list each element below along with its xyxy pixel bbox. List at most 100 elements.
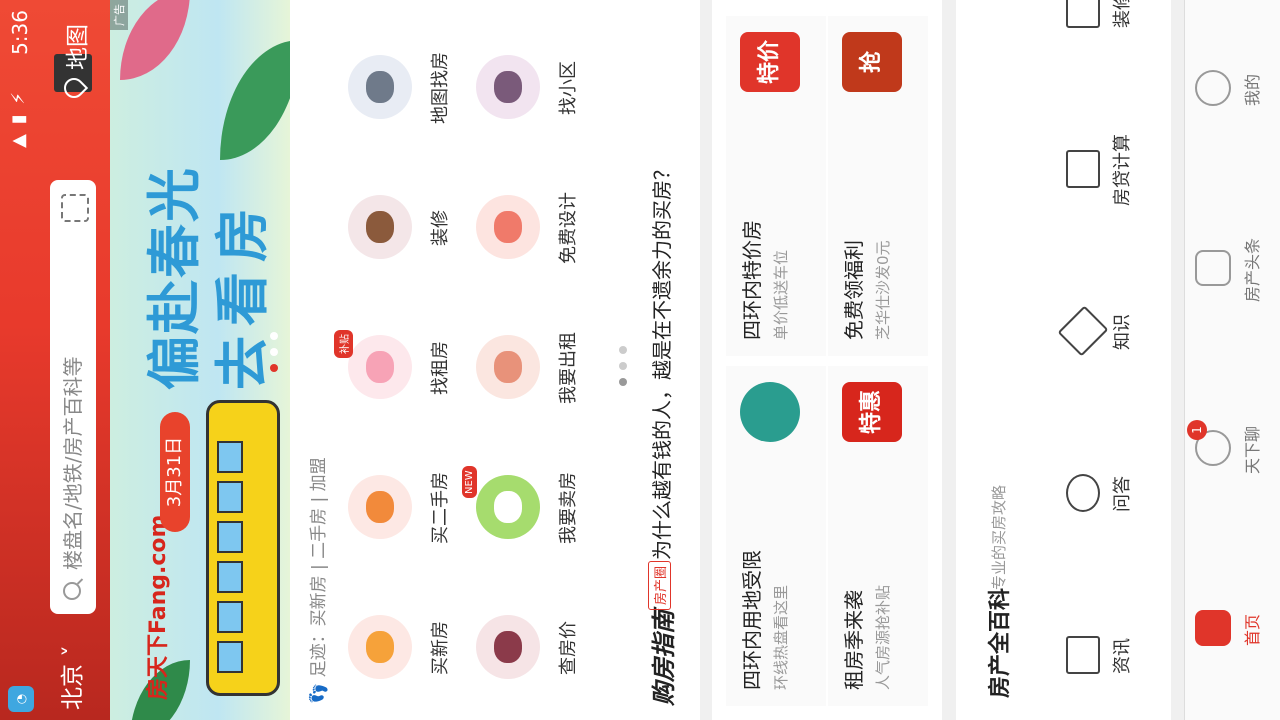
promo-card[interactable]: 租房季来袭 人气房源抢补贴 特惠	[828, 366, 928, 706]
promo-subtitle: 人气房源抢补贴	[874, 584, 892, 690]
tab-label: 我的	[1243, 74, 1262, 107]
grab-icon: 抢	[842, 32, 902, 92]
question-icon	[1066, 474, 1100, 512]
snake-icon	[476, 55, 540, 119]
menu-check-price[interactable]: 查房价	[476, 584, 596, 712]
tab-label: 天下聊	[1243, 426, 1262, 475]
menu-find-rental[interactable]: 补贴 找租房	[334, 304, 468, 432]
encyclopedia-section: 房产全百科 专业的买房攻略 资讯 问答 知识 房贷计算 装修	[956, 0, 1171, 720]
mouse-icon	[348, 55, 412, 119]
banner-date: 3月31日	[160, 412, 190, 532]
guide-headline: 为什么越有钱的人，越是在不遗余力的买房？	[650, 160, 674, 560]
top-header: ◔ ▲ ▮ ⚡ 5:36 北京 ˅ 楼盘名/地铁/房产百科等 地图	[0, 0, 110, 720]
ency-label: 知识	[1112, 314, 1133, 350]
status-time: 5:36	[8, 10, 32, 55]
ency-label: 问答	[1112, 476, 1133, 512]
ency-label: 资讯	[1112, 638, 1133, 674]
banner-logo: 房天下Fang.com	[146, 514, 171, 700]
bus-illustration	[206, 400, 280, 696]
dog-icon	[476, 335, 540, 399]
decorate-icon	[1066, 0, 1100, 28]
menu-label: 我要卖房	[558, 472, 579, 544]
menu-label: 查房价	[558, 621, 579, 675]
scan-icon[interactable]	[61, 194, 89, 222]
promo-card[interactable]: 四环内用地受限 环线热盘看这里	[726, 366, 826, 706]
tab-label: 房产头条	[1243, 238, 1262, 303]
buying-guide-row[interactable]: 购房指南 房产圈 为什么越有钱的人，越是在不遗余力的买房？	[638, 6, 688, 706]
ency-decorate[interactable]: 装修	[1066, 0, 1156, 60]
banner-subtitle: 去看房	[211, 198, 274, 390]
home-icon	[1195, 610, 1231, 646]
user-icon	[1195, 70, 1231, 106]
menu-label: 找租房	[430, 341, 451, 395]
map-pin-icon	[59, 73, 89, 103]
footprint-items: 买新房 | 二手房 | 加盟	[309, 457, 329, 627]
menu-map-search[interactable]: 地图找房	[348, 24, 468, 152]
guide-logo: 购房指南	[650, 610, 678, 706]
search-input[interactable]: 楼盘名/地铁/房产百科等	[50, 180, 96, 614]
menu-rent-out[interactable]: 我要出租	[476, 304, 596, 432]
horse-icon	[476, 615, 540, 679]
menu-sell-house[interactable]: NEW 我要卖房	[462, 444, 596, 572]
menu-label: 找小区	[558, 61, 579, 115]
tab-home[interactable]: 首页	[1195, 558, 1275, 702]
footprint-row[interactable]: 👣 足迹：买新房 | 二手房 | 加盟	[304, 457, 329, 704]
news-icon	[1066, 636, 1100, 674]
ox-icon	[348, 195, 412, 259]
bottom-tab-bar: 首页 1 天下聊 房产头条 我的	[1184, 0, 1280, 720]
promo-card[interactable]: 四环内特价房 单价低送车位 特价	[726, 16, 826, 356]
chat-unread-badge: 1	[1187, 420, 1207, 440]
tiger-icon	[348, 615, 412, 679]
promo-title: 四环内用地受限	[740, 550, 764, 690]
ency-label: 装修	[1112, 0, 1133, 28]
ad-tag: 广告	[110, 0, 128, 30]
city-selector[interactable]: 北京 ˅	[50, 645, 96, 710]
status-icons: ▲ ▮ ⚡	[8, 90, 29, 148]
sale-tag-icon: 特价	[740, 32, 800, 92]
tab-headlines[interactable]: 房产头条	[1195, 198, 1275, 342]
footprint-icon: 👣	[309, 677, 329, 704]
banner-indicator	[270, 332, 278, 340]
promo-card[interactable]: 免费领福利 芝华仕沙发0元 抢	[828, 16, 928, 356]
guide-tag: 房产圈	[648, 560, 671, 610]
pig-icon	[348, 335, 412, 399]
leaf-decoration	[220, 40, 290, 160]
menu-label: 买新房	[430, 621, 451, 675]
main-menu-card: 👣 足迹：买新房 | 二手房 | 加盟 买新房 买二手房 补贴 找租房 装修 地…	[290, 0, 700, 720]
promo-section: 四环内用地受限 环线热盘看这里 四环内特价房 单价低送车位 特价 租房季来袭 人…	[712, 0, 942, 720]
status-bar: ◔ ▲ ▮ ⚡ 5:36	[0, 0, 42, 720]
app-screen: ◔ ▲ ▮ ⚡ 5:36 北京 ˅ 楼盘名/地铁/房产百科等 地图 房天下Fan…	[0, 0, 1280, 720]
banner-indicator	[270, 348, 278, 356]
encyclopedia-title: 房产全百科	[988, 587, 1013, 698]
tiger-icon	[348, 475, 412, 539]
footprint-label: 足迹：	[309, 626, 329, 678]
ency-news[interactable]: 资讯	[1066, 606, 1156, 706]
promo-banner[interactable]: 房天下Fang.com 3月31日 偏赴春光 去看房 广告	[110, 0, 290, 720]
promo-subtitle: 单价低送车位	[772, 249, 790, 340]
ency-loan-calc[interactable]: 房贷计算	[1066, 120, 1156, 220]
promo-subtitle: 环线热盘看这里	[772, 584, 790, 690]
ency-qa[interactable]: 问答	[1066, 444, 1156, 544]
tab-chat[interactable]: 1 天下聊	[1187, 378, 1275, 522]
map-button[interactable]: 地图	[50, 8, 96, 128]
promo-title: 四环内特价房	[740, 220, 764, 340]
map-label: 地图	[65, 24, 91, 70]
calculator-icon	[1066, 150, 1100, 188]
menu-find-community[interactable]: 找小区	[476, 24, 596, 152]
search-icon	[63, 582, 81, 600]
app-notification-icon: ◔	[8, 686, 34, 712]
menu-free-design[interactable]: 免费设计	[476, 164, 596, 292]
tab-mine[interactable]: 我的	[1195, 18, 1275, 162]
ency-label: 房贷计算	[1112, 134, 1133, 206]
menu-buy-second-hand[interactable]: 买二手房	[348, 444, 468, 572]
menu-decorate[interactable]: 装修	[348, 164, 468, 292]
menu-label: 我要出租	[558, 332, 579, 404]
ency-knowledge[interactable]: 知识	[1057, 282, 1156, 382]
promo-subtitle: 芝华仕沙发0元	[874, 240, 892, 340]
menu-buy-new-house[interactable]: 买新房	[348, 584, 468, 712]
encyclopedia-subtitle: 专业的买房攻略	[990, 484, 1008, 590]
rabbit-icon	[476, 475, 540, 539]
menu-label: 装修	[430, 210, 451, 246]
promo-title: 租房季来袭	[842, 590, 866, 690]
promo-title: 免费领福利	[842, 240, 866, 340]
